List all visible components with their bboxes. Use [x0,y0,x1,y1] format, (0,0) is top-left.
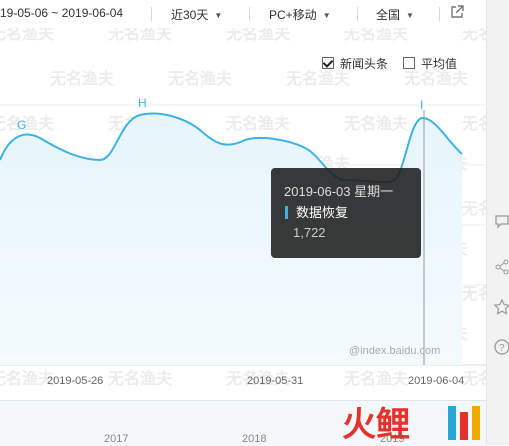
tooltip-series: 数据恢复 [285,206,348,219]
svg-text:火鲤: 火鲤 [342,405,410,445]
region-dropdown[interactable]: 全国 ▼ [376,6,414,23]
x-tick: 2019-06-04 [408,375,465,387]
marker-g[interactable]: G [17,118,26,132]
comment-icon[interactable] [493,212,509,230]
x-tick: 2019-05-31 [247,375,304,387]
device-dropdown[interactable]: PC+移动 ▼ [269,6,331,23]
tooltip-date: 2019-06-03 星期一 [284,184,394,199]
share-icon[interactable] [493,258,509,276]
caret-down-icon: ▼ [406,11,414,20]
checkbox-checked-icon[interactable] [322,57,334,69]
checkbox-icon[interactable] [403,57,415,69]
marker-h[interactable]: H [138,96,147,110]
legend-average-label: 平均值 [421,57,458,71]
tooltip-value: 1,722 [293,225,326,240]
timeline-year: 2018 [242,433,267,445]
legend-average[interactable]: 平均值 [403,55,457,72]
toolbar-divider [249,7,250,21]
caret-down-icon: ▼ [214,11,223,20]
site-logo: 火鲤 [342,405,480,445]
tooltip: 2019-06-03 星期一 数据恢复 1,722 [271,168,421,258]
toolbar: 19-05-06 ~ 2019-06-04 近30天 ▼ PC+移动 ▼ 全国 ▼ [0,0,486,28]
external-link-icon[interactable] [449,4,465,20]
attribution: @index.baidu.com [349,345,441,357]
date-range-label[interactable]: 19-05-06 ~ 2019-06-04 [0,6,123,20]
period-label: 近30天 [171,8,209,22]
toolbar-divider [357,7,358,21]
marker-i[interactable]: I [420,98,423,112]
svg-text:?: ? [499,343,505,354]
x-tick: 2019-05-26 [47,375,104,387]
period-dropdown[interactable]: 近30天 ▼ [171,6,222,23]
toolbar-divider [439,7,440,21]
caret-down-icon: ▼ [322,11,331,20]
timeline-year: 2017 [104,433,129,445]
region-label: 全国 [376,8,401,22]
legend-news[interactable]: 新闻头条 [322,55,388,72]
help-icon[interactable]: ? [493,338,509,356]
legend-news-label: 新闻头条 [340,57,389,71]
toolbar-divider [151,7,152,21]
right-sidebar: ? [486,0,509,445]
star-icon[interactable] [493,298,509,316]
device-label: PC+移动 [269,8,317,22]
logo-bars-icon [448,406,480,440]
